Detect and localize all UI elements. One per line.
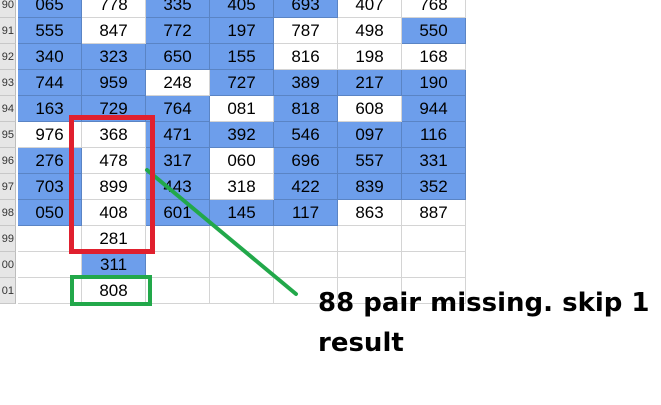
row-number[interactable]: 90 — [0, 0, 16, 18]
grid-cell[interactable]: 816 — [274, 44, 338, 70]
row-number[interactable]: 98 — [0, 200, 16, 226]
grid-cell[interactable]: 335 — [146, 0, 210, 18]
grid-cell[interactable]: 601 — [146, 200, 210, 226]
grid-cell[interactable]: 168 — [402, 44, 466, 70]
grid-cell[interactable] — [402, 252, 466, 278]
grid-cell[interactable]: 944 — [402, 96, 466, 122]
grid-cell[interactable]: 498 — [338, 18, 402, 44]
grid-cell[interactable]: 368 — [82, 122, 146, 148]
grid-cell[interactable] — [402, 226, 466, 252]
grid-cell[interactable]: 557 — [338, 148, 402, 174]
grid-cell[interactable]: 471 — [146, 122, 210, 148]
grid-cell[interactable] — [210, 226, 274, 252]
row-number[interactable]: 99 — [0, 226, 16, 252]
grid-cell[interactable]: 116 — [402, 122, 466, 148]
row-number[interactable]: 91 — [0, 18, 16, 44]
grid-cell[interactable]: 117 — [274, 200, 338, 226]
row-number[interactable]: 00 — [0, 252, 16, 278]
grid-cell[interactable] — [274, 252, 338, 278]
grid-cell[interactable] — [146, 278, 210, 304]
grid-cell[interactable]: 392 — [210, 122, 274, 148]
grid-cell[interactable]: 650 — [146, 44, 210, 70]
grid-cell[interactable]: 060 — [210, 148, 274, 174]
grid-cell[interactable]: 546 — [274, 122, 338, 148]
row-number[interactable]: 94 — [0, 96, 16, 122]
grid-cell[interactable]: 778 — [82, 0, 146, 18]
grid-cell[interactable]: 744 — [18, 70, 82, 96]
grid-cell[interactable]: 248 — [146, 70, 210, 96]
row-number[interactable]: 01 — [0, 278, 16, 304]
grid-cell[interactable]: 407 — [338, 0, 402, 18]
grid-cell[interactable]: 863 — [338, 200, 402, 226]
grid-cell[interactable]: 703 — [18, 174, 82, 200]
grid-cell[interactable]: 899 — [82, 174, 146, 200]
grid-cell[interactable]: 696 — [274, 148, 338, 174]
grid-cell[interactable] — [338, 252, 402, 278]
grid-cell[interactable] — [210, 278, 274, 304]
grid-cell[interactable]: 050 — [18, 200, 82, 226]
grid-cell[interactable]: 764 — [146, 96, 210, 122]
grid-cell[interactable]: 155 — [210, 44, 274, 70]
grid-cell[interactable]: 443 — [146, 174, 210, 200]
grid-cell[interactable]: 408 — [82, 200, 146, 226]
grid-cell[interactable]: 276 — [18, 148, 82, 174]
grid-cell[interactable]: 608 — [338, 96, 402, 122]
grid-cell[interactable]: 323 — [82, 44, 146, 70]
grid-cell[interactable]: 198 — [338, 44, 402, 70]
grid-cell[interactable]: 808 — [82, 278, 146, 304]
grid-cell[interactable]: 217 — [338, 70, 402, 96]
row-number[interactable]: 95 — [0, 122, 16, 148]
grid-cell[interactable]: 787 — [274, 18, 338, 44]
grid-cell[interactable] — [274, 226, 338, 252]
grid-cell[interactable] — [18, 278, 82, 304]
grid-cell[interactable]: 317 — [146, 148, 210, 174]
grid-cell[interactable]: 331 — [402, 148, 466, 174]
grid-cell[interactable]: 555 — [18, 18, 82, 44]
grid-cell[interactable]: 422 — [274, 174, 338, 200]
grid-cell[interactable]: 772 — [146, 18, 210, 44]
grid-cell[interactable]: 081 — [210, 96, 274, 122]
grid-cell[interactable]: 818 — [274, 96, 338, 122]
grid-cell[interactable]: 478 — [82, 148, 146, 174]
grid-cell[interactable]: 959 — [82, 70, 146, 96]
row-number[interactable]: 96 — [0, 148, 16, 174]
row-number[interactable]: 92 — [0, 44, 16, 70]
grid-cell[interactable]: 318 — [210, 174, 274, 200]
grid-cell[interactable] — [146, 252, 210, 278]
grid-cell[interactable]: 097 — [338, 122, 402, 148]
grid-cell[interactable]: 352 — [402, 174, 466, 200]
grid-cell[interactable] — [210, 252, 274, 278]
grid-cell[interactable]: 065 — [18, 0, 82, 18]
grid-cell[interactable]: 145 — [210, 200, 274, 226]
annotation-line-2: result — [318, 328, 404, 358]
annotation-note: 88 pair missing. skip 1 result — [318, 283, 658, 363]
grid-cell[interactable]: 340 — [18, 44, 82, 70]
grid-cell[interactable]: 839 — [338, 174, 402, 200]
row-number[interactable]: 97 — [0, 174, 16, 200]
grid-cell[interactable]: 847 — [82, 18, 146, 44]
grid-cell[interactable]: 550 — [402, 18, 466, 44]
grid-cell[interactable]: 727 — [210, 70, 274, 96]
grid-cell[interactable] — [18, 226, 82, 252]
grid-cell[interactable]: 887 — [402, 200, 466, 226]
grid-cell[interactable]: 976 — [18, 122, 82, 148]
grid-cell[interactable]: 281 — [82, 226, 146, 252]
grid-cell[interactable] — [146, 226, 210, 252]
grid-cell[interactable]: 405 — [210, 0, 274, 18]
grid-cell[interactable] — [338, 226, 402, 252]
grid-cell[interactable]: 693 — [274, 0, 338, 18]
annotation-line-1: 88 pair missing. skip 1 — [318, 288, 650, 318]
grid-cell[interactable]: 729 — [82, 96, 146, 122]
grid-cell[interactable]: 190 — [402, 70, 466, 96]
grid-cell[interactable] — [18, 252, 82, 278]
grid-cell[interactable]: 197 — [210, 18, 274, 44]
grid-cell[interactable]: 163 — [18, 96, 82, 122]
row-number[interactable]: 93 — [0, 70, 16, 96]
grid-cell[interactable]: 311 — [82, 252, 146, 278]
grid-cell[interactable]: 768 — [402, 0, 466, 18]
grid-cell[interactable]: 389 — [274, 70, 338, 96]
